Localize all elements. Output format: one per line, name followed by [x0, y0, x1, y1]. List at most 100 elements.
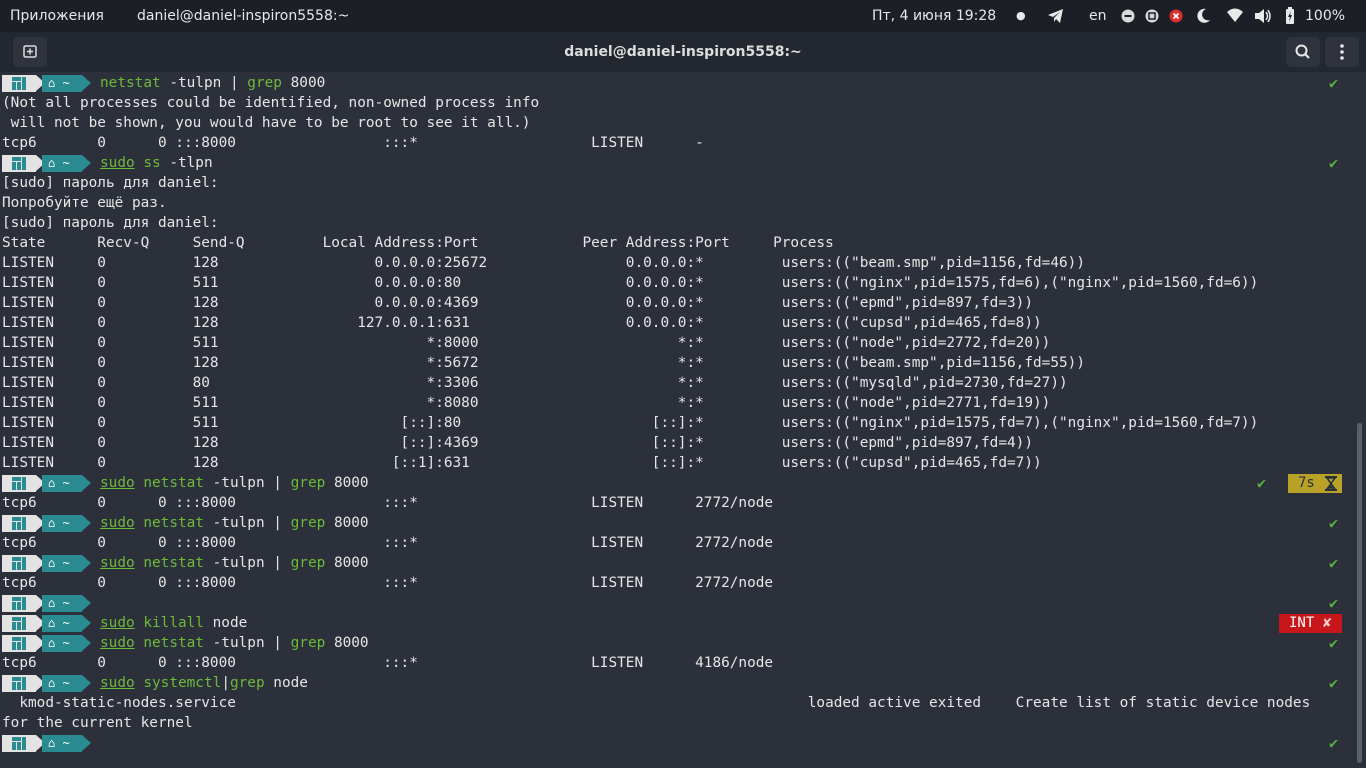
prompt-dir-segment: ⌂ ~ [42, 615, 91, 632]
output-line: tcp6 0 0 :::8000 :::* LISTEN 2772/node [0, 573, 1352, 593]
home-icon: ⌂ ~ [48, 556, 70, 570]
output-text: LISTEN 0 128 *:5672 *:* users:(("beam.sm… [2, 355, 1085, 371]
output-line: tcp6 0 0 :::8000 :::* LISTEN - [0, 133, 1352, 153]
night-light-icon[interactable] [1197, 0, 1211, 32]
prompt-os-segment [2, 735, 45, 752]
output-text: LISTEN 0 128 [::]:4369 [::]:* users:(("e… [2, 435, 1034, 451]
prompt-line: ⌂ ~ ✔ [0, 593, 1352, 613]
home-icon: ⌂ ~ [48, 156, 70, 170]
terminal-header-bar: daniel@daniel-inspiron5558:~ [0, 32, 1366, 72]
output-text: tcp6 0 0 :::8000 :::* LISTEN 4186/node [2, 655, 774, 671]
error-cross-icon: ✘ [1323, 615, 1332, 631]
output-text: tcp6 0 0 :::8000 :::* LISTEN - [2, 135, 704, 151]
command-text: sudo systemctl|grep node [100, 675, 308, 691]
command-text: sudo ss -tlpn [100, 155, 213, 171]
output-line: tcp6 0 0 :::8000 :::* LISTEN 4186/node [0, 653, 1352, 673]
success-check-icon: ✔ [1328, 734, 1338, 752]
prompt-os-segment [2, 75, 45, 92]
success-check-icon: ✔ [1328, 554, 1338, 572]
home-icon: ⌂ ~ [48, 76, 70, 90]
output-text: LISTEN 0 128 0.0.0.0:4369 0.0.0.0:* user… [2, 295, 1034, 311]
output-text: LISTEN 0 128 0.0.0.0:25672 0.0.0.0:* use… [2, 255, 1085, 271]
success-check-icon: ✔ [1328, 674, 1338, 692]
window-close-icon[interactable] [1169, 0, 1183, 32]
menu-button[interactable] [1325, 37, 1359, 67]
output-line: LISTEN 0 128 127.0.0.1:631 0.0.0.0:* use… [0, 313, 1352, 333]
prompt-os-segment [2, 475, 45, 492]
home-icon: ⌂ ~ [48, 596, 70, 610]
telegram-icon[interactable] [1047, 0, 1065, 32]
output-line: LISTEN 0 128 [::1]:631 [::]:* users:(("c… [0, 453, 1352, 473]
window-maximize-icon[interactable] [1145, 0, 1159, 32]
prompt-line: ⌂ ~ netstat -tulpn | grep 8000 ✔ [0, 73, 1352, 93]
home-icon: ⌂ ~ [48, 516, 70, 530]
clock[interactable]: Пт, 4 июня 19:28 [872, 0, 996, 32]
success-check-icon: ✔ [1328, 594, 1338, 612]
terminal-output[interactable]: ⌂ ~ netstat -tulpn | grep 8000 ✔ (Not all p… [0, 73, 1366, 768]
output-line: kmod-static-nodes.service loaded active … [0, 693, 1352, 713]
output-line: LISTEN 0 128 0.0.0.0:4369 0.0.0.0:* user… [0, 293, 1352, 313]
search-button[interactable] [1286, 37, 1320, 67]
prompt-dir-segment: ⌂ ~ [42, 475, 91, 492]
volume-icon[interactable] [1254, 0, 1272, 32]
battery-icon[interactable] [1285, 0, 1295, 32]
prompt-line: ⌂ ~ sudo ss -tlpn ✔ [0, 153, 1352, 173]
output-text: LISTEN 0 511 [::]:80 [::]:* users:(("ngi… [2, 415, 1259, 431]
output-text: LISTEN 0 80 *:3306 *:* users:(("mysqld",… [2, 375, 1068, 391]
notification-dot-icon[interactable]: ● [1016, 0, 1026, 32]
search-icon [1295, 44, 1310, 59]
window-minimize-icon[interactable] [1121, 0, 1135, 32]
output-text: (Not all processes could be identified, … [2, 95, 540, 111]
prompt-dir-segment: ⌂ ~ [42, 735, 91, 752]
command-text: netstat -tulpn | grep 8000 [100, 75, 326, 91]
output-line: LISTEN 0 511 0.0.0.0:80 0.0.0.0:* users:… [0, 273, 1352, 293]
output-line: Попробуйте ещё раз. [0, 193, 1352, 213]
success-check-icon: ✔ [1328, 514, 1338, 532]
output-line: LISTEN 0 511 [::]:80 [::]:* users:(("ngi… [0, 413, 1352, 433]
output-text: LISTEN 0 511 *:8000 *:* users:(("node",p… [2, 335, 1051, 351]
command-duration-badge: 7s [1288, 474, 1342, 493]
prompt-dir-segment: ⌂ ~ [42, 555, 91, 572]
command-text: sudo netstat -tulpn | grep 8000 [100, 475, 369, 491]
output-line: will not be shown, you would have to be … [0, 113, 1352, 133]
success-check-icon: ✔ [1328, 74, 1338, 92]
command-text: sudo netstat -tulpn | grep 8000 [100, 555, 369, 571]
command-text: sudo killall node [100, 615, 248, 631]
prompt-os-segment [2, 635, 45, 652]
manjaro-icon [12, 557, 26, 570]
output-text: for the current kernel [2, 715, 193, 731]
prompt-os-segment [2, 555, 45, 572]
output-line: LISTEN 0 80 *:3306 *:* users:(("mysqld",… [0, 373, 1352, 393]
manjaro-icon [12, 737, 26, 750]
battery-percentage[interactable]: 100% [1305, 0, 1345, 32]
prompt-dir-segment: ⌂ ~ [42, 675, 91, 692]
terminal-scrollbar[interactable] [1357, 423, 1362, 763]
prompt-line: ⌂ ~ sudo systemctl|grep node ✔ [0, 673, 1352, 693]
output-line: [sudo] пароль для daniel: [0, 213, 1352, 233]
output-text: kmod-static-nodes.service loaded active … [2, 695, 1311, 711]
wifi-icon[interactable] [1226, 0, 1244, 32]
output-line: LISTEN 0 511 *:8080 *:* users:(("node",p… [0, 393, 1352, 413]
focused-window-title[interactable]: daniel@daniel-inspiron5558:~ [137, 0, 349, 32]
keyboard-layout-indicator[interactable]: en [1089, 0, 1107, 32]
prompt-dir-segment: ⌂ ~ [42, 515, 91, 532]
system-top-bar: Приложения daniel@daniel-inspiron5558:~ … [0, 0, 1366, 32]
activities-menu[interactable]: Приложения [10, 0, 104, 32]
output-line: LISTEN 0 511 *:8000 *:* users:(("node",p… [0, 333, 1352, 353]
prompt-os-segment [2, 515, 45, 532]
output-text: LISTEN 0 511 0.0.0.0:80 0.0.0.0:* users:… [2, 275, 1259, 291]
output-text: Попробуйте ещё раз. [2, 195, 167, 211]
prompt-dir-segment: ⌂ ~ [42, 75, 91, 92]
prompt-dir-segment: ⌂ ~ [42, 635, 91, 652]
hourglass-icon [1325, 476, 1337, 491]
exit-status-badge: INT ✘ [1279, 614, 1342, 633]
prompt-line: ⌂ ~ sudo killall node INT ✘ [0, 613, 1352, 633]
output-line: (Not all processes could be identified, … [0, 93, 1352, 113]
output-line: LISTEN 0 128 *:5672 *:* users:(("beam.sm… [0, 353, 1352, 373]
prompt-os-segment [2, 615, 45, 632]
manjaro-icon [12, 597, 26, 610]
output-text: tcp6 0 0 :::8000 :::* LISTEN 2772/node [2, 495, 774, 511]
prompt-os-segment [2, 675, 45, 692]
output-text: [sudo] пароль для daniel: [2, 215, 219, 231]
output-line: [sudo] пароль для daniel: [0, 173, 1352, 193]
